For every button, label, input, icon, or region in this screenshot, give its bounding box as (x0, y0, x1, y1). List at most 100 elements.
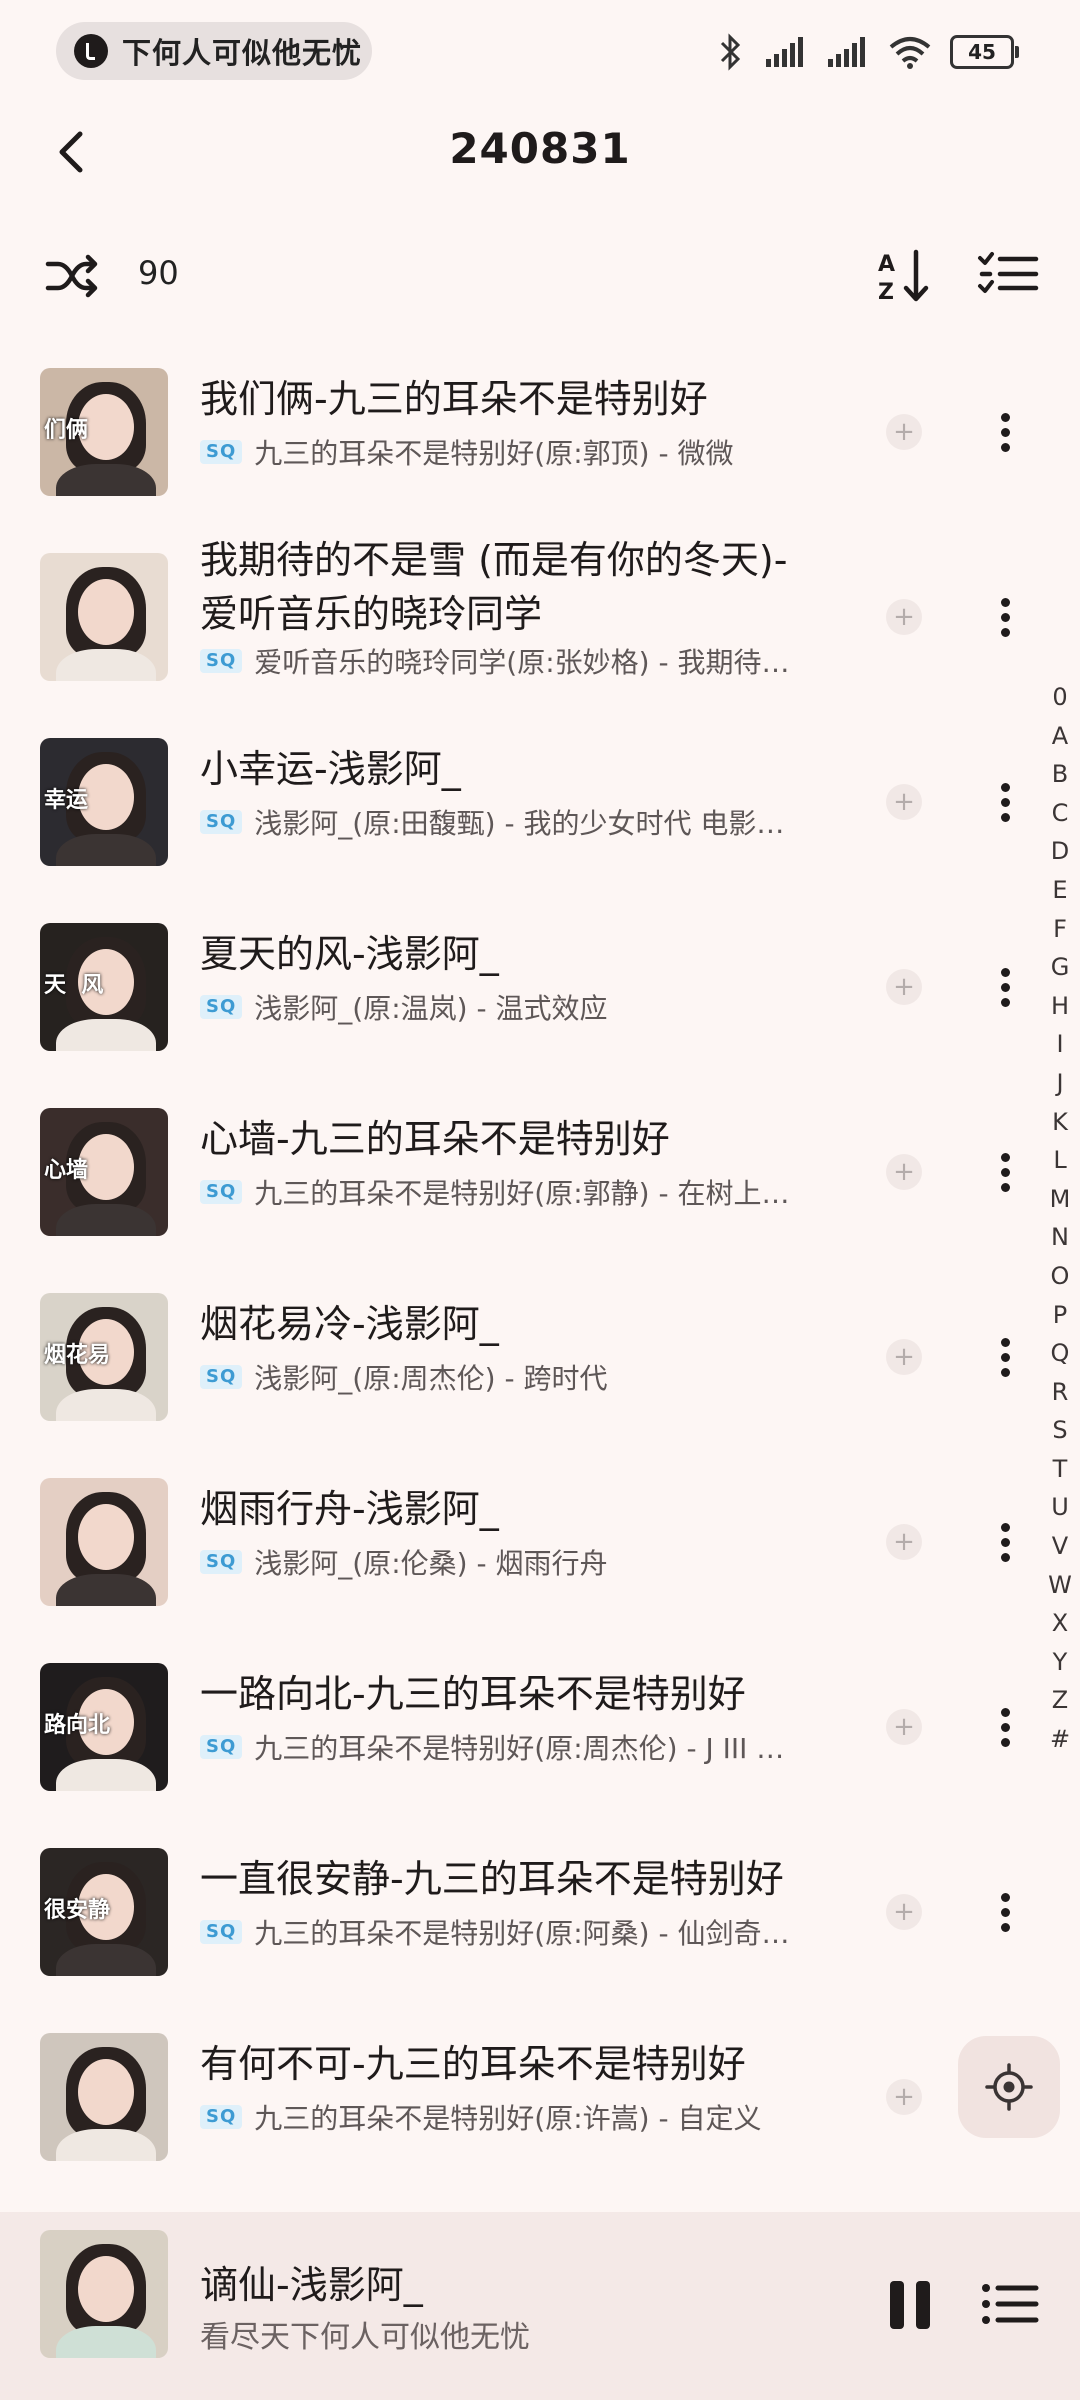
song-title: 烟雨行舟-浅影阿_ (200, 1487, 499, 1531)
add-to-playlist-button[interactable]: + (886, 1339, 922, 1375)
song-row[interactable]: 烟雨行舟-浅影阿_ SQ 浅影阿_(原:伦桑) - 烟雨行舟 + (0, 1450, 1040, 1635)
alphabet-index-letter[interactable]: R (1046, 1373, 1074, 1412)
alphabet-index-letter[interactable]: Z (1046, 1681, 1074, 1720)
alphabet-index-letter[interactable]: T (1046, 1450, 1074, 1489)
cover-body (56, 1759, 156, 1791)
song-row[interactable]: 烟花易 烟花易冷-浅影阿_ SQ 浅影阿_(原:周杰伦) - 跨时代 + (0, 1265, 1040, 1450)
alphabet-index-letter[interactable]: C (1046, 794, 1074, 833)
add-to-playlist-button[interactable]: + (886, 1894, 922, 1930)
alphabet-index-letter[interactable]: U (1046, 1488, 1074, 1527)
song-subtitle: 浅影阿_(原:田馥甄) - 我的少女时代 电影… (254, 807, 785, 840)
song-row[interactable]: 有何不可-九三的耳朵不是特别好 SQ 九三的耳朵不是特别好(原:许嵩) - 自定… (0, 2005, 1040, 2190)
sq-quality-badge: SQ (200, 1550, 243, 1574)
more-dot (1000, 597, 1010, 607)
cover-face (78, 579, 134, 645)
song-cover: 烟花易 (40, 1293, 168, 1421)
cover-body (56, 1019, 156, 1051)
add-to-playlist-button[interactable]: + (886, 784, 922, 820)
song-row[interactable]: 路向北 一路向北-九三的耳朵不是特别好 SQ 九三的耳朵不是特别好(原:周杰伦)… (0, 1635, 1040, 1820)
song-row[interactable]: 很安静 一直很安静-九三的耳朵不是特别好 SQ 九三的耳朵不是特别好(原:阿桑)… (0, 1820, 1040, 2005)
play-queue-button[interactable] (978, 2272, 1042, 2336)
more-options-button[interactable] (990, 957, 1020, 1017)
more-dot (1000, 627, 1010, 637)
more-options-button[interactable] (990, 1142, 1020, 1202)
more-options-button[interactable] (990, 1882, 1020, 1942)
alphabet-index-letter[interactable]: # (1046, 1720, 1074, 1759)
checklist-icon (978, 252, 1039, 293)
mini-player-cover[interactable] (40, 2230, 168, 2358)
alphabet-index-letter[interactable]: Q (1046, 1334, 1074, 1373)
song-subtitle-line: SQ 浅影阿_(原:温岚) - 温式效应 (200, 987, 840, 1027)
alphabet-index-letter[interactable]: 0 (1046, 678, 1074, 717)
plus-icon: + (893, 602, 915, 632)
alphabet-index-letter[interactable]: J (1046, 1064, 1074, 1103)
shuffle-play-button[interactable] (44, 248, 100, 304)
alphabet-index-letter[interactable]: P (1046, 1296, 1074, 1335)
add-to-playlist-button[interactable]: + (886, 414, 922, 450)
more-options-button[interactable] (990, 1327, 1020, 1387)
song-row[interactable]: 们俩 我们俩-九三的耳朵不是特别好 SQ 九三的耳朵不是特别好(原:郭顶) - … (0, 340, 1040, 525)
song-subtitle: 九三的耳朵不是特别好(原:郭静) - 在树上… (254, 1177, 790, 1210)
alphabet-index-letter[interactable]: W (1046, 1566, 1074, 1605)
list-toolbar: 90 A Z (0, 230, 1080, 320)
song-row[interactable]: 心墙 心墙-九三的耳朵不是特别好 SQ 九三的耳朵不是特别好(原:郭静) - 在… (0, 1080, 1040, 1265)
more-dot (1000, 1892, 1010, 1902)
more-dot (1000, 967, 1010, 977)
song-cover: 很安静 (40, 1848, 168, 1976)
more-options-button[interactable] (990, 1697, 1020, 1757)
alphabet-index-letter[interactable]: A (1046, 717, 1074, 756)
more-options-button[interactable] (990, 772, 1020, 832)
song-subtitle: 九三的耳朵不是特别好(原:许嵩) - 自定义 (254, 2102, 762, 2135)
song-cover: 们俩 (40, 368, 168, 496)
alphabet-index-letter[interactable]: E (1046, 871, 1074, 910)
cover-face (78, 2059, 134, 2125)
cover-text: 很安静 (44, 1898, 111, 1923)
mini-player[interactable]: 谪仙-浅影阿_ 看尽天下何人可似他无忧 (0, 2212, 1080, 2400)
song-cover: 心墙 (40, 1108, 168, 1236)
song-row[interactable]: 我期待的不是雪 (而是有你的冬天)-爱听音乐的晓玲同学 SQ 爱听音乐的晓玲同学… (0, 525, 1040, 710)
alphabet-index-letter[interactable]: B (1046, 755, 1074, 794)
alphabet-index-letter[interactable]: I (1046, 1025, 1074, 1064)
cover-body (56, 1944, 156, 1976)
more-dot (1000, 412, 1010, 422)
alphabet-index-letter[interactable]: Y (1046, 1643, 1074, 1682)
alphabet-index-letter[interactable]: F (1046, 910, 1074, 949)
song-cover (40, 2033, 168, 2161)
add-to-playlist-button[interactable]: + (886, 1524, 922, 1560)
song-title: 小幸运-浅影阿_ (200, 747, 461, 791)
alphabet-index-letter[interactable]: K (1046, 1103, 1074, 1142)
sq-quality-badge: SQ (200, 1920, 243, 1944)
plus-icon: + (893, 1527, 915, 1557)
add-to-playlist-button[interactable]: + (886, 2079, 922, 2115)
locate-current-button[interactable] (958, 2036, 1060, 2138)
alphabet-index-letter[interactable]: L (1046, 1141, 1074, 1180)
song-cover: 幸运 (40, 738, 168, 866)
cover-body (56, 649, 156, 681)
add-to-playlist-button[interactable]: + (886, 969, 922, 1005)
add-to-playlist-button[interactable]: + (886, 1709, 922, 1745)
alphabet-index-letter[interactable]: N (1046, 1218, 1074, 1257)
cover-text: 们俩 (44, 418, 89, 443)
now-playing-pill[interactable]: 下何人可似他无忧 (56, 22, 372, 80)
song-row[interactable]: 幸运 小幸运-浅影阿_ SQ 浅影阿_(原:田馥甄) - 我的少女时代 电影… … (0, 710, 1040, 895)
pause-button[interactable] (880, 2270, 940, 2340)
alphabet-index-letter[interactable]: D (1046, 832, 1074, 871)
alphabet-index-letter[interactable]: H (1046, 987, 1074, 1026)
song-row[interactable]: 天 风 夏天的风-浅影阿_ SQ 浅影阿_(原:温岚) - 温式效应 + (0, 895, 1040, 1080)
more-dot (1000, 782, 1010, 792)
song-cover: 路向北 (40, 1663, 168, 1791)
sort-button[interactable]: A Z (872, 244, 936, 308)
more-options-button[interactable] (990, 1512, 1020, 1572)
more-options-button[interactable] (990, 402, 1020, 462)
alphabet-index-letter[interactable]: S (1046, 1411, 1074, 1450)
more-options-button[interactable] (990, 587, 1020, 647)
alphabet-index-letter[interactable]: V (1046, 1527, 1074, 1566)
add-to-playlist-button[interactable]: + (886, 599, 922, 635)
alphabet-index-letter[interactable]: M (1046, 1180, 1074, 1219)
alphabet-index-letter[interactable]: X (1046, 1604, 1074, 1643)
alphabet-index-letter[interactable]: G (1046, 948, 1074, 987)
alphabet-index[interactable]: 0 A B C D E F G H I J K L M N O P Q R S T U V W X Y Z # (1046, 678, 1074, 1759)
multi-select-button[interactable] (976, 244, 1040, 308)
add-to-playlist-button[interactable]: + (886, 1154, 922, 1190)
alphabet-index-letter[interactable]: O (1046, 1257, 1074, 1296)
